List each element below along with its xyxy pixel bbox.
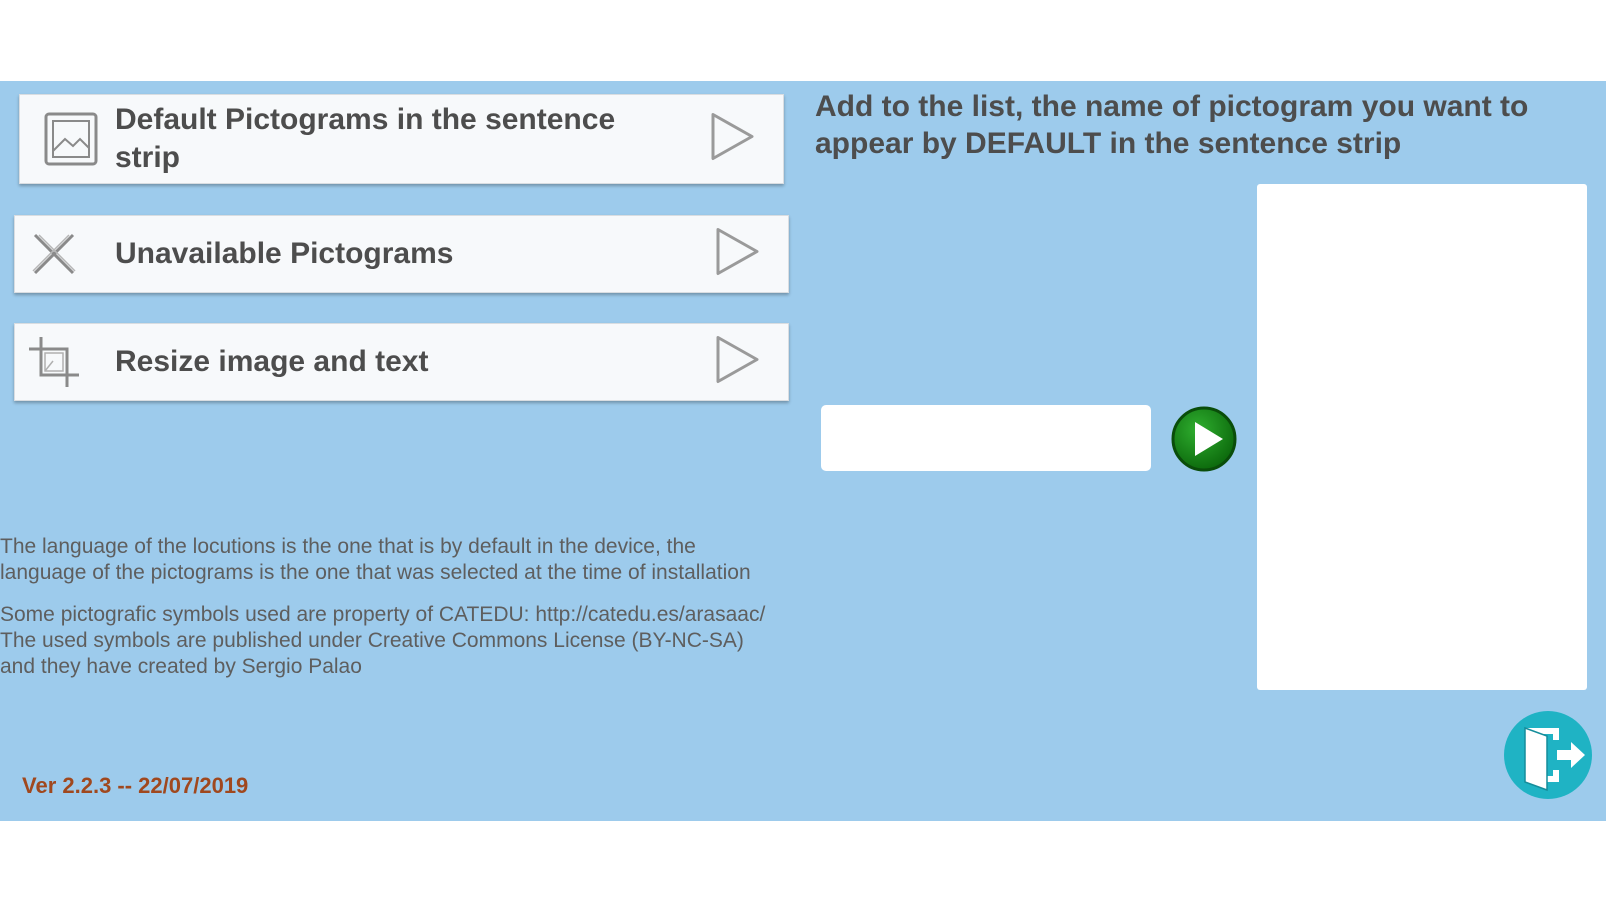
version-label: Ver 2.2.3 -- 22/07/2019 <box>22 773 249 798</box>
default-pictograms-list[interactable] <box>1257 184 1587 690</box>
pictogram-name-input[interactable] <box>821 405 1151 471</box>
play-outline-icon <box>714 227 760 282</box>
cross-icon <box>29 231 79 277</box>
unavailable-pictograms-label: Unavailable Pictograms <box>115 237 454 270</box>
resize-label: Resize image and text <box>115 345 429 378</box>
exit-button[interactable] <box>1503 710 1593 800</box>
unavailable-pictograms-button[interactable]: Unavailable Pictograms <box>14 215 789 293</box>
play-outline-icon <box>709 112 755 167</box>
resize-button[interactable]: Resize image and text <box>14 323 789 401</box>
credits-info: Some pictografic symbols used are proper… <box>0 603 766 678</box>
play-outline-icon <box>714 335 760 390</box>
image-icon <box>42 111 100 167</box>
instruction-text: Add to the list, the name of pictogram y… <box>815 90 1529 160</box>
settings-screen: Default Pictograms in the sentence strip… <box>0 81 1606 821</box>
green-play-icon <box>1171 406 1237 472</box>
default-pictograms-button[interactable]: Default Pictograms in the sentence strip <box>19 94 784 184</box>
language-info: The language of the locutions is the one… <box>0 535 751 584</box>
crop-icon <box>25 335 83 389</box>
exit-door-icon <box>1504 711 1592 799</box>
add-button[interactable] <box>1170 405 1238 473</box>
default-pictograms-label: Default Pictograms in the sentence strip <box>115 103 616 174</box>
info-text: The language of the locutions is the one… <box>0 534 770 696</box>
